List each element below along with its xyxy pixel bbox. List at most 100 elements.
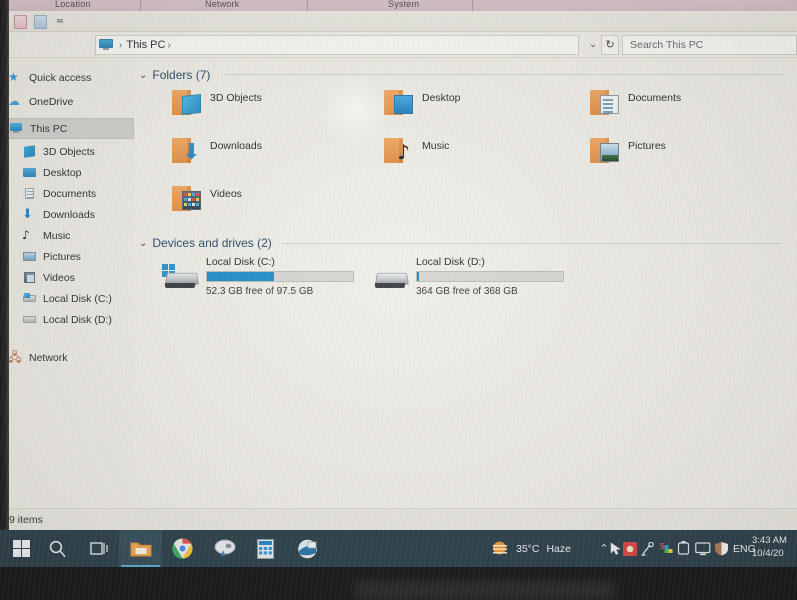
breadcrumb[interactable]: › This PC › xyxy=(95,35,579,55)
chevron-down-icon[interactable]: ⌄ xyxy=(139,238,147,249)
sidebar-item-documents[interactable]: Documents xyxy=(22,183,134,204)
task-view-button[interactable] xyxy=(78,530,121,567)
3d-objects-icon xyxy=(22,145,37,158)
photo-glow xyxy=(355,581,615,600)
folder-pictures-icon xyxy=(590,136,620,164)
app-icon xyxy=(298,539,317,558)
documents-icon xyxy=(22,187,37,200)
device-tray-icon[interactable] xyxy=(677,530,690,567)
ribbon-separator xyxy=(472,0,473,11)
folder-name: Desktop xyxy=(422,92,461,104)
task-view-icon xyxy=(89,542,108,555)
search-input[interactable]: Search This PC xyxy=(622,35,797,55)
sidebar-item-label: Desktop xyxy=(43,166,82,179)
folder-tile-downloads[interactable]: ⬇ Downloads xyxy=(172,136,262,164)
open-icon[interactable] xyxy=(34,15,47,29)
chevron-down-icon[interactable]: ⌄ xyxy=(139,70,147,81)
drive-windows-icon xyxy=(162,264,200,290)
folders-group-header[interactable]: ⌄ Folders (7) xyxy=(139,68,210,82)
cursor-tray-icon[interactable] xyxy=(610,530,622,567)
antenna-icon xyxy=(641,541,654,556)
calculator-icon xyxy=(257,538,274,559)
folder-tile-desktop[interactable]: Desktop xyxy=(384,88,461,116)
drive-tile-local-disk-d[interactable]: Local Disk (D:) 364 GB free of 368 GB xyxy=(372,256,564,297)
five-badge-tray-icon[interactable]: 5 xyxy=(659,530,674,567)
show-hidden-icons-button[interactable]: ⌃ xyxy=(597,530,611,567)
sidebar-item-pictures[interactable]: Pictures xyxy=(22,246,134,267)
paint-button[interactable] xyxy=(203,530,246,567)
sidebar-item-local-disk-c[interactable]: Local Disk (C:) xyxy=(22,288,134,309)
sidebar-item-label: OneDrive xyxy=(29,95,74,108)
devices-group-label: Devices and drives (2) xyxy=(152,236,272,250)
search-button[interactable] xyxy=(36,530,79,567)
sidebar-item-network[interactable]: 🖧 Network xyxy=(8,347,134,368)
star-icon: ★ xyxy=(8,70,19,84)
sidebar-item-label: Quick access xyxy=(29,71,92,84)
drive-usage-bar xyxy=(206,271,354,282)
breadcrumb-this-pc[interactable]: This PC xyxy=(126,39,165,51)
chevron-up-icon: ⌃ xyxy=(599,543,609,555)
downloads-icon: ⬇ xyxy=(22,207,33,222)
folder-name: Documents xyxy=(628,92,682,104)
windows-logo-icon xyxy=(13,540,30,557)
group-divider xyxy=(224,74,784,75)
drive-tile-local-disk-c[interactable]: Local Disk (C:) 52.3 GB free of 97.5 GB xyxy=(162,256,354,297)
display-tray-icon[interactable] xyxy=(695,530,711,567)
folder-name: 3D Objects xyxy=(210,92,262,104)
folder-desktop-icon xyxy=(384,88,414,116)
calculator-button[interactable] xyxy=(244,530,287,567)
desktop-icon xyxy=(22,166,37,179)
ribbon-separator xyxy=(140,0,141,11)
folder-tile-videos[interactable]: Videos xyxy=(172,184,242,212)
sidebar-item-label: Videos xyxy=(43,271,75,284)
sidebar-item-label: Music xyxy=(43,229,71,242)
ribbon-separator xyxy=(307,0,308,11)
store-button[interactable] xyxy=(286,530,329,567)
svg-text:5: 5 xyxy=(660,542,665,551)
sidebar-item-quick-access[interactable]: ★ Quick access xyxy=(8,67,134,88)
folder-tile-documents[interactable]: Documents xyxy=(590,88,681,116)
folder-music-icon: ♪ xyxy=(384,136,414,164)
sidebar-item-downloads[interactable]: ⬇ Downloads xyxy=(22,204,134,225)
weather-condition: Haze xyxy=(546,542,571,555)
ribbon-group-system: System xyxy=(388,0,420,9)
folder-name: Videos xyxy=(210,188,242,200)
sidebar-item-label: Documents xyxy=(43,187,97,200)
search-icon xyxy=(49,540,66,558)
weather-temperature: 35°C xyxy=(516,542,540,555)
sidebar-item-label: 3D Objects xyxy=(43,145,95,158)
address-dropdown-button[interactable]: ⌄ xyxy=(585,36,601,54)
drive-free-space: 52.3 GB free of 97.5 GB xyxy=(206,286,314,297)
folder-tile-3d-objects[interactable]: 3D Objects xyxy=(172,88,262,116)
folder-tile-music[interactable]: ♪ Music xyxy=(384,136,449,164)
sidebar-item-music[interactable]: ♪ Music xyxy=(22,225,134,246)
folder-downloads-icon: ⬇ xyxy=(172,136,202,164)
properties-icon[interactable] xyxy=(14,15,27,29)
screen: Location Network System ≂ ← → ⌄ ↑ › This… xyxy=(0,0,797,600)
alert-tray-icon[interactable] xyxy=(623,530,637,567)
drive-usage-bar xyxy=(416,271,564,282)
device-icon xyxy=(677,541,690,555)
weather-widget[interactable]: 35°C Haze xyxy=(490,530,571,567)
quick-access-toolbar: ≂ xyxy=(0,11,797,32)
sidebar-item-desktop[interactable]: Desktop xyxy=(22,162,134,183)
customize-quick-access-icon[interactable]: ≂ xyxy=(54,16,66,28)
sidebar-item-label: Network xyxy=(29,351,68,364)
sidebar-item-onedrive[interactable]: ☁ OneDrive xyxy=(8,91,134,112)
security-tray-icon[interactable] xyxy=(714,530,729,567)
chrome-button[interactable] xyxy=(161,530,204,567)
network-tray-icon[interactable] xyxy=(641,530,656,567)
devices-group-header[interactable]: ⌄ Devices and drives (2) xyxy=(139,236,272,250)
breadcrumb-separator[interactable]: › xyxy=(167,40,170,51)
refresh-button[interactable]: ↻ xyxy=(601,35,619,55)
sidebar-item-local-disk-d[interactable]: Local Disk (D:) xyxy=(22,309,134,330)
sidebar-item-3d-objects[interactable]: 3D Objects xyxy=(22,141,134,162)
sidebar-item-videos[interactable]: Videos xyxy=(22,267,134,288)
sidebar-item-this-pc[interactable]: This PC xyxy=(0,118,134,139)
sidebar-item-label: Local Disk (C:) xyxy=(43,292,112,305)
this-pc-icon xyxy=(9,122,24,135)
drive-usage-fill xyxy=(207,272,275,281)
clock[interactable]: 3:43 AM 10/4/20 xyxy=(752,534,797,560)
folder-tile-pictures[interactable]: Pictures xyxy=(590,136,666,164)
file-explorer-button[interactable] xyxy=(119,530,162,567)
